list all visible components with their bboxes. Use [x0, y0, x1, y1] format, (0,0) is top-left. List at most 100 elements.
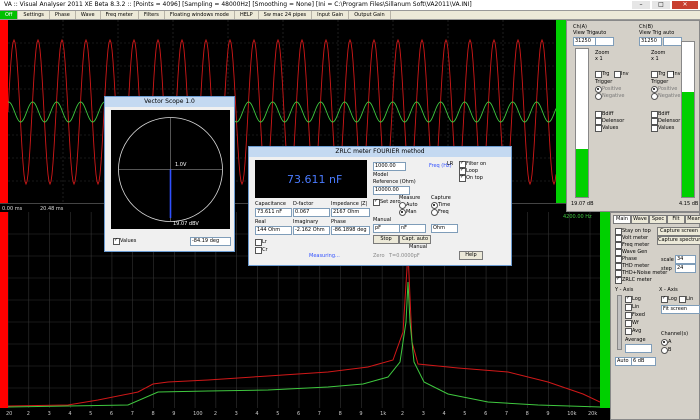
- measure-label: Measure: [399, 195, 421, 201]
- ch-a-bottom-value: 19.07 dB: [571, 201, 594, 207]
- menu-wave[interactable]: Wave: [76, 11, 101, 19]
- volt-meter-check[interactable]: [615, 235, 622, 242]
- db-select[interactable]: 6 dB: [631, 357, 656, 366]
- ch-a-bdiff-check[interactable]: [595, 111, 602, 118]
- menu-settings[interactable]: Settings: [18, 11, 50, 19]
- x-tick-label: 8: [151, 411, 155, 417]
- impedance-field: 2167 Ohm: [331, 208, 370, 217]
- cr-check[interactable]: [255, 247, 262, 254]
- thd-meter-label: THD meter: [622, 263, 650, 269]
- y-axis-slider[interactable]: [617, 295, 622, 350]
- capture-screen-button[interactable]: Capture screen: [657, 227, 700, 236]
- channel-b-radio[interactable]: [661, 347, 668, 354]
- scale-field[interactable]: 34: [675, 255, 696, 264]
- y-log-check[interactable]: [625, 295, 632, 303]
- menu-freq-meter[interactable]: Freq meter: [101, 11, 139, 19]
- ch-b-trg-check[interactable]: [651, 71, 658, 78]
- channel-a-radio[interactable]: [661, 339, 668, 346]
- ch-b-values: Values: [658, 125, 675, 131]
- phase-field: -86.1898 deg: [331, 226, 370, 235]
- menu-phase[interactable]: Phase: [50, 11, 76, 19]
- step-field[interactable]: 24: [675, 264, 696, 273]
- minimize-button[interactable]: –: [632, 1, 650, 9]
- menu-help[interactable]: HELP: [235, 11, 259, 19]
- ch-a-value-field[interactable]: 31250: [573, 37, 596, 46]
- measure-man-radio[interactable]: [399, 209, 406, 216]
- ch-a-auto-field[interactable]: [595, 37, 614, 46]
- ch-a-auto: auto: [595, 30, 607, 36]
- wave-gen-check[interactable]: [615, 249, 622, 256]
- help-button[interactable]: Help: [459, 251, 483, 260]
- ch-b-auto-field[interactable]: [663, 37, 682, 46]
- freq-field[interactable]: 1000.00: [373, 162, 406, 171]
- close-button[interactable]: ✕: [672, 1, 698, 9]
- ch-b-negative-radio[interactable]: [651, 93, 658, 100]
- vector-scope-values-check[interactable]: [113, 237, 120, 245]
- wave-gen-label: Wave Gen: [622, 249, 648, 255]
- ch-b-values-check[interactable]: [651, 125, 658, 132]
- on-top-check[interactable]: [459, 174, 466, 182]
- unit-ohm-select[interactable]: Ohm: [431, 224, 458, 233]
- y-wf-label: Wf: [632, 320, 639, 326]
- channel-a-label: A: [668, 339, 672, 345]
- auto-select[interactable]: Auto: [615, 357, 632, 366]
- reference-label: Reference (Ohm): [373, 179, 416, 185]
- tab-spec[interactable]: Spec: [649, 215, 667, 224]
- capt-manual-label: Manual: [409, 244, 428, 250]
- x-log-label: Log: [668, 296, 677, 302]
- menu-sw-mac[interactable]: Sw mac 24 pipes: [259, 11, 313, 19]
- tab-filt[interactable]: Filt: [667, 215, 685, 224]
- lr-check[interactable]: [255, 239, 262, 246]
- menu-filters[interactable]: Filters: [139, 11, 165, 19]
- unit-nf-select[interactable]: nF: [399, 224, 426, 233]
- zrlc-reading: 73.611 nF: [287, 173, 343, 186]
- ch-a-bdiff: Bdiff: [602, 111, 614, 117]
- thd-meter-check[interactable]: [615, 263, 622, 270]
- imaginary-field: -2.162 Ohm: [293, 226, 330, 235]
- capture-time-radio[interactable]: [431, 202, 438, 209]
- ch-a-trg-check[interactable]: [595, 71, 602, 78]
- y-avg-check[interactable]: [625, 328, 632, 335]
- ch-a-values-check[interactable]: [595, 125, 602, 132]
- y-lin-check[interactable]: [625, 304, 632, 311]
- tab-mean[interactable]: Mean: [685, 215, 700, 224]
- menu-input-gain[interactable]: Input Gain: [312, 11, 350, 19]
- ch-a-delensor-check[interactable]: [595, 118, 602, 125]
- phase-check[interactable]: [615, 256, 622, 263]
- average-field[interactable]: [625, 344, 652, 353]
- stop-button[interactable]: Stop: [373, 235, 399, 244]
- ch-b-delensor-check[interactable]: [651, 118, 658, 125]
- unit-pf-select[interactable]: pF: [373, 224, 400, 233]
- menu-floating-windows[interactable]: Floating windows mode: [165, 11, 235, 19]
- scope-left-level-bar: [0, 20, 8, 203]
- capture-freq-radio[interactable]: [431, 209, 438, 216]
- stay-on-top-check[interactable]: [615, 228, 622, 235]
- tab-wave[interactable]: Wave: [631, 215, 649, 224]
- y-wf-check[interactable]: [625, 320, 632, 327]
- x-lin-check[interactable]: [679, 296, 686, 303]
- fit-screen-select[interactable]: Fit screen: [661, 305, 700, 314]
- capt-auto-button[interactable]: Capt. auto: [399, 235, 431, 244]
- ch-a-negative-radio[interactable]: [595, 93, 602, 100]
- maximize-button[interactable]: □: [652, 1, 670, 9]
- ch-b-bdiff-check[interactable]: [651, 111, 658, 118]
- zrlc-meter-check[interactable]: [615, 276, 622, 284]
- set-zero-check[interactable]: [373, 198, 380, 206]
- x-log-check[interactable]: [661, 295, 668, 303]
- menu-output-gain[interactable]: Output Gain: [349, 11, 391, 19]
- y-fixed-check[interactable]: [625, 312, 632, 319]
- freq-meter-check[interactable]: [615, 242, 622, 249]
- menu-off[interactable]: Off: [0, 11, 19, 19]
- x-tick-label: 7: [504, 411, 509, 417]
- measure-auto-radio[interactable]: [399, 202, 406, 209]
- x-tick-label: 2: [400, 411, 405, 417]
- capture-spectrum-button[interactable]: Capture spectrum: [657, 236, 700, 245]
- reference-field[interactable]: 10000.00: [373, 186, 410, 195]
- ch-a-positive-radio[interactable]: [595, 86, 602, 93]
- tab-main[interactable]: Main: [613, 215, 631, 224]
- ch-b-value-field[interactable]: 31250: [639, 37, 662, 46]
- average-label: Average: [625, 337, 646, 343]
- ch-b-positive-radio[interactable]: [651, 86, 658, 93]
- x-tick-label: 8: [525, 411, 529, 417]
- ch-a-inv-check[interactable]: [614, 71, 621, 78]
